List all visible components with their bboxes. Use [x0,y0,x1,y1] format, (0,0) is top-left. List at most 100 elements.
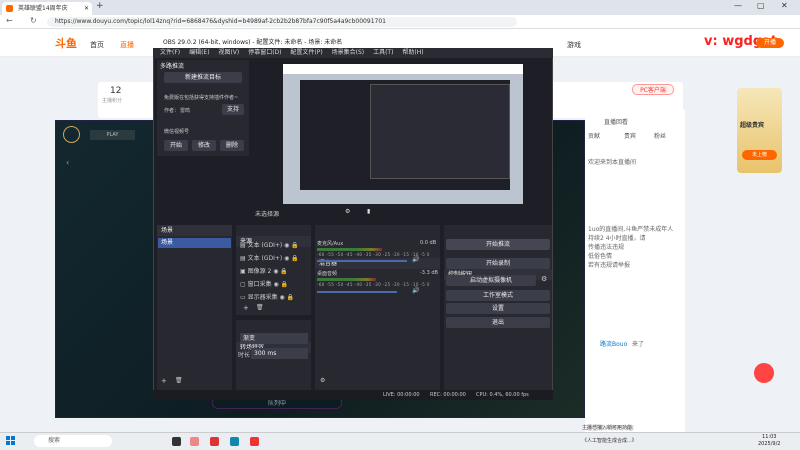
close-tab-icon[interactable]: ✕ [84,2,89,15]
play-tab[interactable]: PLAY [90,130,135,140]
start-live-button[interactable]: 开播 [756,38,784,48]
source-properties-icon[interactable]: ⚙ [345,208,350,215]
source-item[interactable]: ▭ 显示器采集 ◉ 🔒 [240,292,294,301]
transition-select[interactable]: 渐变 [240,333,308,344]
menu-view[interactable]: 视图(V) [218,49,239,56]
desktop-track-db: -3.3 dB [420,270,438,276]
floating-action-icon[interactable] [754,363,774,383]
menu-tools[interactable]: 工具(T) [373,49,393,56]
eye-icon[interactable]: ◉ [273,268,278,275]
source-item[interactable]: ▣ 图像源 2 ◉ 🔒 [240,266,288,275]
chat-notice-4: 低俗色情 [588,253,613,260]
settings-button[interactable]: 设置 [446,303,550,314]
close-window-icon[interactable]: ✕ [781,1,788,10]
chat-tab-replay[interactable]: 直播回看 [604,117,628,126]
virtual-camera-settings-icon[interactable]: ⚙ [541,275,547,283]
menu-scene-collection[interactable]: 场景集合(S) [332,49,365,56]
maximize-icon[interactable]: ▢ [757,1,765,10]
source-text-icon: ▤ [240,242,248,249]
source-item[interactable]: ▤ 文本 (GDI+) ◉ 🔒 [240,253,299,262]
menu-edit[interactable]: 编辑(E) [189,49,209,56]
vip-rank-cta[interactable]: 未上榜 [742,150,777,160]
vip-rank-card [737,88,782,173]
obs-menu-bar: 文件(F) 编辑(E) 视图(V) 停靠窗口(D) 配置文件(P) 场景集合(S… [153,48,553,58]
scene-item[interactable]: 场景 [158,238,231,248]
lock-icon[interactable]: 🔒 [291,242,298,249]
remove-scene-icon[interactable]: 🗑 [175,377,183,384]
chat-notice: 1uo的直播间,斗鱼严禁未成年人 [588,226,674,233]
eye-icon[interactable]: ◉ [284,242,289,249]
source-item[interactable]: ▢ 窗口采集 ◉ 🔒 [240,279,288,288]
nav-game[interactable]: 游戏 [567,40,581,50]
windows-start-icon[interactable] [6,436,15,445]
start-virtual-camera-button[interactable]: 启动虚拟摄像机 [446,275,536,286]
lock-icon[interactable]: 🔒 [287,294,294,301]
eye-icon[interactable]: ◉ [280,294,285,301]
site-logo[interactable]: 斗鱼 [55,35,77,51]
app-icon[interactable] [210,437,219,446]
chat-notice-3: 传播违法违规 [588,244,625,251]
lock-icon[interactable]: 🔒 [291,255,298,262]
minimize-icon[interactable]: — [734,1,742,10]
back-icon[interactable]: ← [6,16,13,25]
start-recording-button[interactable]: 开始录制 [446,258,550,269]
exit-button[interactable]: 退出 [446,317,550,328]
edge-icon[interactable] [230,437,239,446]
source-window-icon: ▢ [240,281,248,288]
menu-file[interactable]: 文件(F) [160,49,180,56]
support-button[interactable]: 支持 [222,104,244,115]
rec-timer: REC: 00:00:00 [430,392,466,398]
mic-track-name: 麦克风/Aux [317,241,344,247]
lock-icon[interactable]: 🔒 [280,268,287,275]
ai-task-text[interactable]: 《人工智能生成合成...》 [582,437,637,444]
remove-source-icon[interactable]: 🗑 [256,304,264,311]
eye-icon[interactable]: ◉ [274,281,279,288]
refresh-icon[interactable]: ↻ [30,16,37,25]
multistream-title: 多路推流 [160,63,185,70]
chat-notice-2: 持续2 4小时直播，请 [588,235,646,242]
app-icon[interactable] [250,437,259,446]
chat-username[interactable]: 路流Bouo [600,340,627,349]
scenes-title: 场景 [161,227,174,234]
back-chevron-icon[interactable]: ‹ [66,158,69,167]
source-item[interactable]: ▤ 文本 (GDI+) ◉ 🔒 [240,240,299,249]
source-filters-icon[interactable]: ▮ [367,208,370,215]
add-source-icon[interactable]: + [243,304,249,312]
vip-rank-title: 超级贵宾 [740,122,765,129]
start-streaming-button[interactable]: 开始推流 [446,239,550,250]
speaker-icon[interactable]: 🔊 [412,287,419,294]
taskbar-search[interactable]: 搜索 [34,435,112,447]
studio-mode-button[interactable]: 工作室模式 [446,290,550,301]
desktop-volume-slider[interactable] [317,291,397,293]
source-image-icon: ▣ [240,268,248,275]
nav-home[interactable]: 首页 [90,40,104,50]
menu-docks[interactable]: 停靠窗口(D) [248,49,281,56]
menu-profile[interactable]: 配置文件(P) [290,49,322,56]
new-target-button[interactable]: 新建推流目标 [164,72,242,83]
speaker-icon[interactable]: 🔊 [412,256,419,263]
add-scene-icon[interactable]: + [161,377,167,385]
chat-tab-fans[interactable]: 粉丝 [654,131,666,140]
desktop-track-name: 桌面音频 [317,271,338,277]
lock-icon[interactable]: 🔒 [281,281,288,288]
menu-help[interactable]: 帮助(H) [402,49,423,56]
browser-tab[interactable]: 英雄联盟14周年庆 ✕ [2,2,92,15]
chat-tab-vip[interactable]: 贵宾 [624,131,636,140]
new-tab-button[interactable]: + [96,1,104,11]
duration-field[interactable]: 300 ms [251,348,308,359]
browser-tab-bar [0,0,800,15]
nav-live[interactable]: 直播 [120,40,134,50]
url-field[interactable]: https://www.douyu.com/topic/lol14znq?rid… [47,17,517,27]
source-monitor-icon: ▭ [240,294,248,301]
edit-target-button[interactable]: 修改 [192,140,216,151]
pc-client-button[interactable]: PC客户端 [632,84,674,95]
cpu-stats: CPU: 0.4%, 60.00 fps [476,392,529,398]
mic-volume-slider[interactable] [317,260,407,262]
eye-icon[interactable]: ◉ [284,255,289,262]
chat-tab-contrib[interactable]: 贡献 [588,131,600,140]
mixer-settings-icon[interactable]: ⚙ [320,377,325,384]
delete-target-button[interactable]: 删除 [220,140,244,151]
start-target-button[interactable]: 开始 [164,140,188,151]
app-icon[interactable] [190,437,199,446]
app-icon[interactable] [172,437,181,446]
